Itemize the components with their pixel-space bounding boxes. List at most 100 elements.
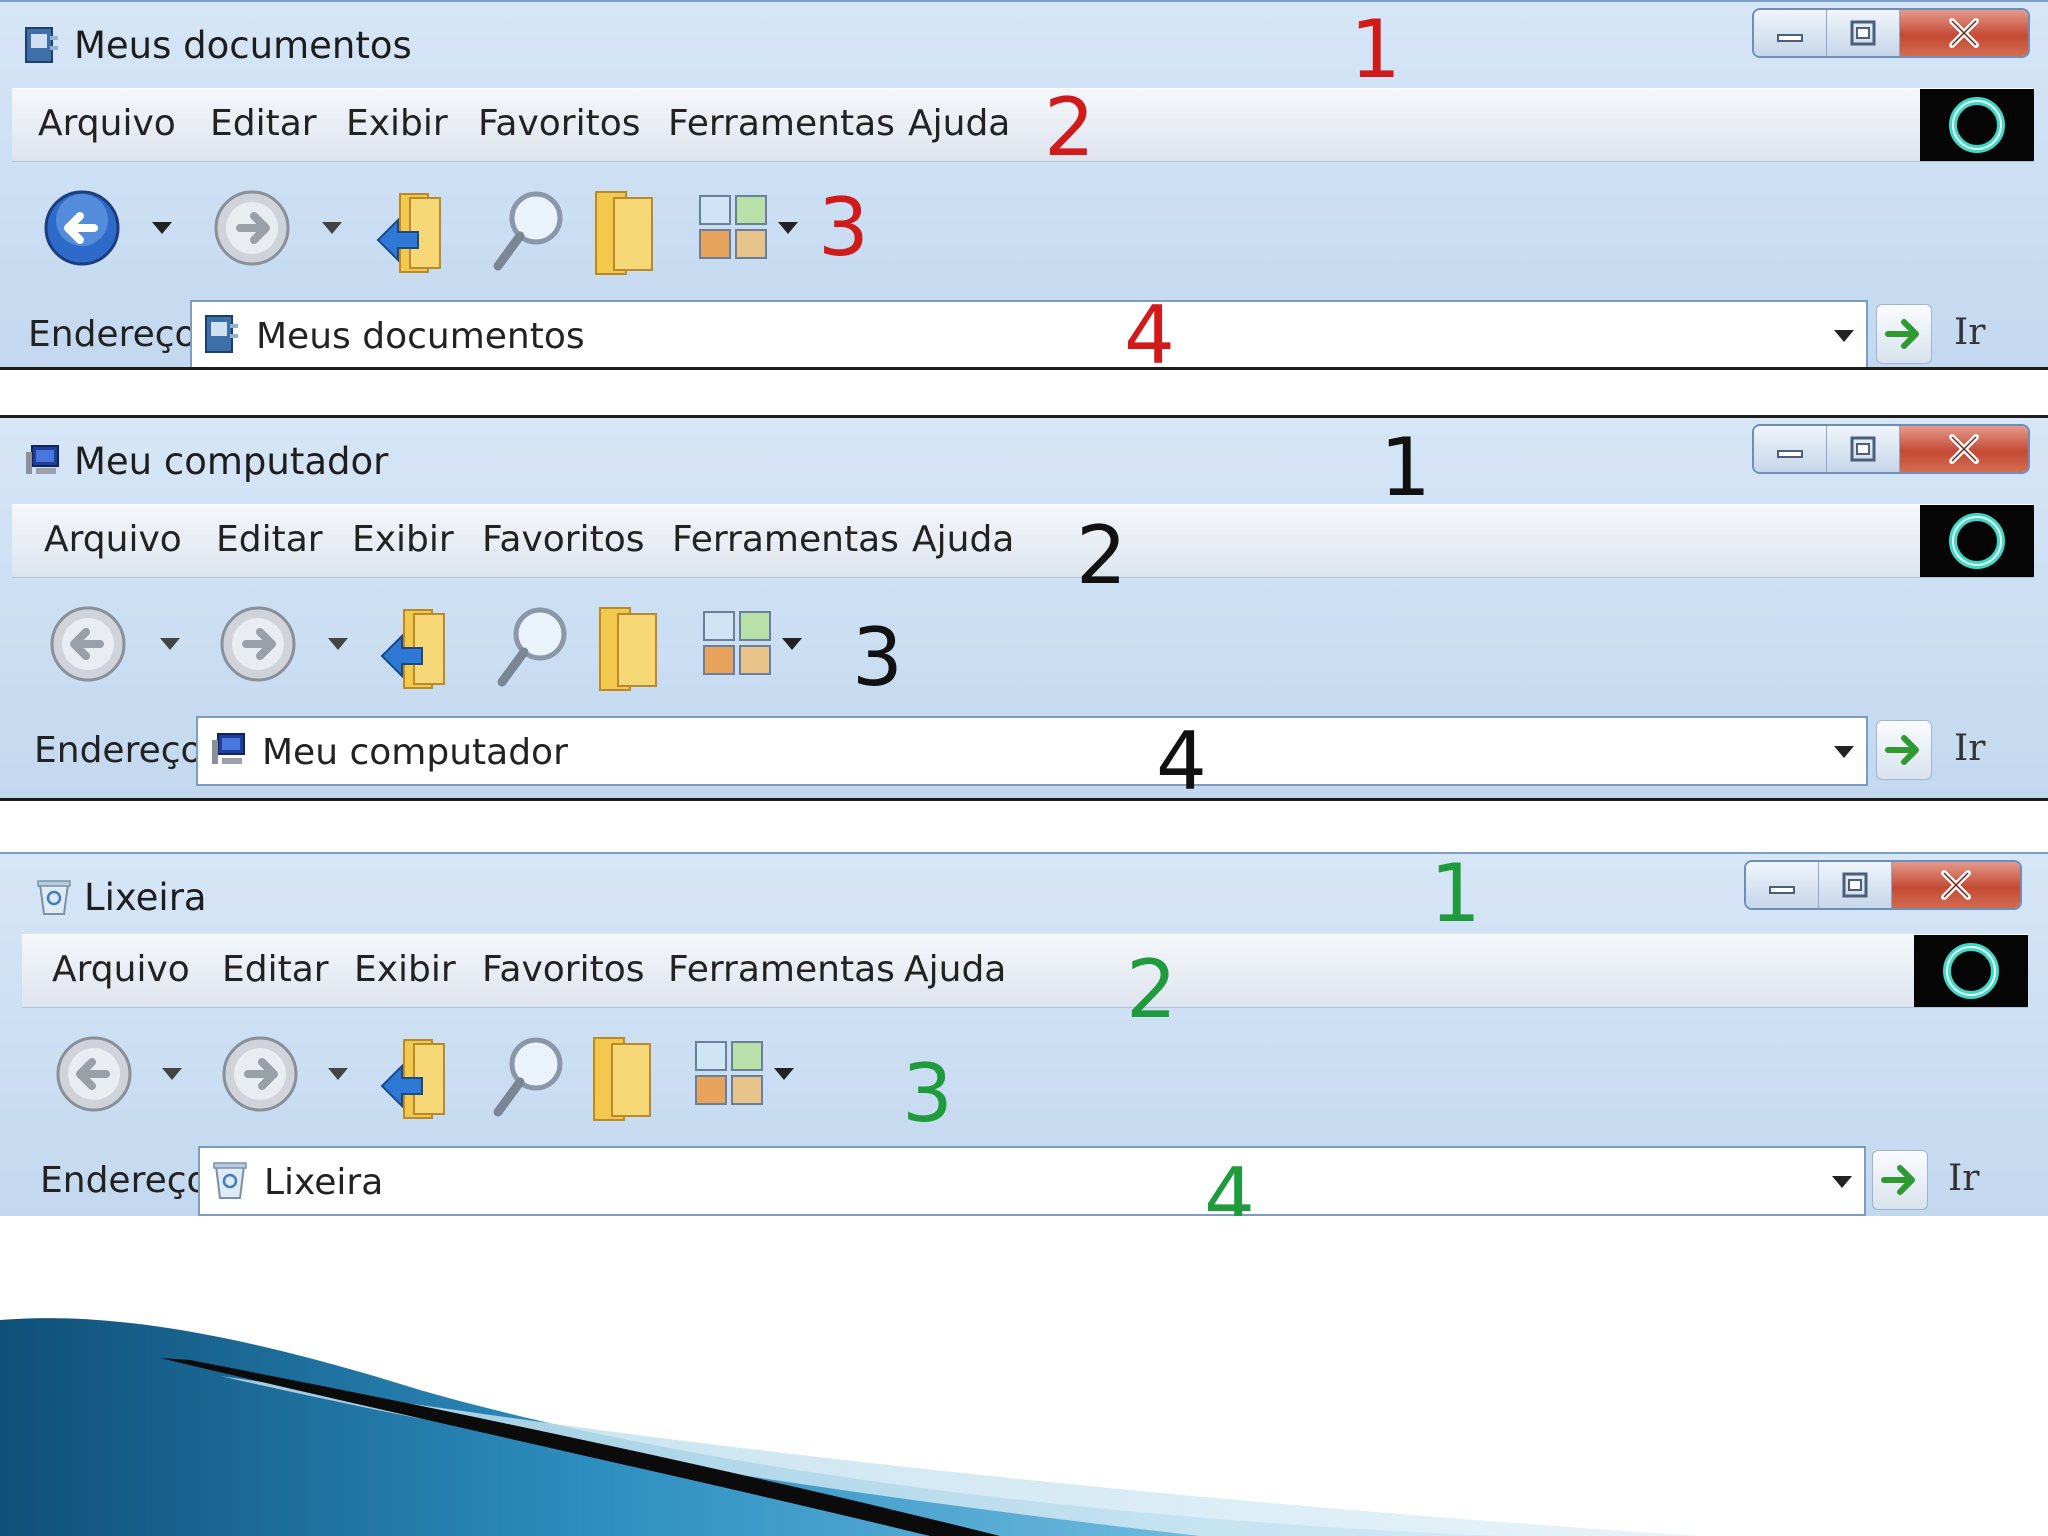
forward-arrow-icon[interactable] [212, 188, 292, 268]
search-magnifier-icon[interactable] [488, 186, 568, 276]
back-arrow-icon[interactable] [42, 188, 122, 268]
address-bar-row: Endereço Meu computador Ir [12, 714, 2034, 788]
forward-arrow-icon[interactable] [218, 604, 298, 684]
views-dropdown-icon[interactable] [780, 636, 804, 652]
annotation-4: 4 [1156, 715, 1207, 801]
back-arrow-icon[interactable] [48, 604, 128, 684]
close-button[interactable] [1899, 426, 2028, 472]
address-input[interactable]: Lixeira [198, 1146, 1866, 1216]
address-value: Meu computador [262, 732, 568, 773]
views-icon[interactable] [694, 1040, 766, 1106]
my-documents-icon [25, 27, 58, 63]
search-magnifier-icon[interactable] [488, 1032, 568, 1122]
menu-exibir[interactable]: Exibir [354, 949, 456, 990]
minimize-button[interactable] [1754, 10, 1827, 56]
back-history-dropdown-icon[interactable] [150, 220, 174, 236]
recycle-bin-icon [37, 880, 71, 915]
views-dropdown-icon[interactable] [776, 220, 800, 236]
title-bar[interactable]: Meus documentos [0, 2, 2048, 84]
toolbar [12, 162, 2034, 298]
menu-favoritos[interactable]: Favoritos [478, 103, 641, 144]
close-button[interactable] [1891, 862, 2020, 908]
menu-exibir[interactable]: Exibir [352, 519, 454, 560]
views-dropdown-icon[interactable] [772, 1066, 796, 1082]
up-folder-icon[interactable] [372, 188, 452, 278]
menu-ajuda[interactable]: Ajuda [908, 103, 1010, 144]
menu-editar[interactable]: Editar [210, 103, 317, 144]
go-arrow-icon [1885, 735, 1919, 765]
annotation-1: 1 [1350, 3, 1401, 96]
folders-icon[interactable] [590, 602, 670, 694]
close-button[interactable] [1899, 10, 2028, 56]
forward-arrow-icon[interactable] [220, 1034, 300, 1114]
menu-arquivo[interactable]: Arquivo [52, 949, 190, 990]
menu-favoritos[interactable]: Favoritos [482, 949, 645, 990]
go-label: Ir [1948, 1158, 1980, 1199]
annotation-3: 3 [852, 611, 903, 704]
address-dropdown-icon[interactable] [1832, 328, 1856, 344]
search-magnifier-icon[interactable] [492, 602, 572, 692]
menu-ajuda[interactable]: Ajuda [912, 519, 1014, 560]
menu-editar[interactable]: Editar [216, 519, 323, 560]
up-folder-icon[interactable] [376, 1034, 456, 1124]
forward-history-dropdown-icon[interactable] [326, 636, 350, 652]
title-bar[interactable]: Lixeira [0, 854, 2048, 936]
minimize-button[interactable] [1754, 426, 1827, 472]
window-title: Meu computador [74, 440, 389, 483]
menu-ajuda[interactable]: Ajuda [904, 949, 1006, 990]
forward-history-dropdown-icon[interactable] [326, 1066, 350, 1082]
go-button[interactable] [1872, 1150, 1928, 1210]
go-label: Ir [1954, 728, 1986, 769]
annotation-2: 2 [1044, 81, 1095, 174]
folders-icon[interactable] [584, 1032, 664, 1124]
annotation-1: 1 [1380, 421, 1431, 514]
menu-arquivo[interactable]: Arquivo [44, 519, 182, 560]
go-label: Ir [1954, 312, 1986, 353]
address-label: Endereço [28, 314, 197, 355]
throbber-ring-icon [1943, 943, 1999, 999]
menu-editar[interactable]: Editar [222, 949, 329, 990]
annotation-3: 3 [902, 1047, 953, 1140]
window-controls [1752, 8, 2030, 58]
go-button[interactable] [1876, 720, 1932, 780]
maximize-button[interactable] [1826, 10, 1900, 56]
menu-favoritos[interactable]: Favoritos [482, 519, 645, 560]
close-icon [1948, 18, 1979, 48]
my-computer-icon [212, 733, 245, 764]
address-dropdown-icon[interactable] [1832, 744, 1856, 760]
windows-throbber [1920, 89, 2034, 161]
address-input[interactable]: Meu computador [196, 716, 1868, 786]
go-button[interactable] [1876, 304, 1932, 364]
toolbar [12, 1008, 2034, 1144]
menu-ferramentas[interactable]: Ferramentas [668, 949, 895, 990]
title-bar[interactable]: Meu computador [0, 418, 2048, 500]
address-value: Meus documentos [256, 316, 585, 357]
back-history-dropdown-icon[interactable] [160, 1066, 184, 1082]
back-arrow-icon[interactable] [54, 1034, 134, 1114]
address-bar-row: Endereço Lixeira Ir [12, 1144, 2034, 1216]
folders-icon[interactable] [586, 186, 666, 278]
maximize-icon [1842, 872, 1868, 898]
my-computer-icon [26, 445, 59, 474]
menu-arquivo[interactable]: Arquivo [38, 103, 176, 144]
address-input[interactable]: Meus documentos [190, 300, 1868, 367]
back-history-dropdown-icon[interactable] [158, 636, 182, 652]
address-dropdown-icon[interactable] [1830, 1174, 1854, 1190]
throbber-ring-icon [1949, 513, 2005, 569]
menu-bar: Arquivo Editar Exibir Favoritos Ferramen… [12, 504, 2034, 578]
minimize-button[interactable] [1746, 862, 1819, 908]
maximize-button[interactable] [1818, 862, 1892, 908]
windows-throbber [1914, 935, 2028, 1007]
address-bar-row: Endereço Meus documentos Ir [12, 298, 2034, 367]
menu-exibir[interactable]: Exibir [346, 103, 448, 144]
address-label: Endereço [40, 1160, 209, 1201]
views-icon[interactable] [698, 194, 770, 260]
forward-history-dropdown-icon[interactable] [320, 220, 344, 236]
up-folder-icon[interactable] [376, 604, 456, 694]
views-icon[interactable] [702, 610, 774, 676]
menu-ferramentas[interactable]: Ferramentas [672, 519, 899, 560]
annotation-1: 1 [1430, 852, 1481, 940]
menu-ferramentas[interactable]: Ferramentas [668, 103, 895, 144]
maximize-button[interactable] [1826, 426, 1900, 472]
window-title: Meus documentos [74, 24, 412, 67]
